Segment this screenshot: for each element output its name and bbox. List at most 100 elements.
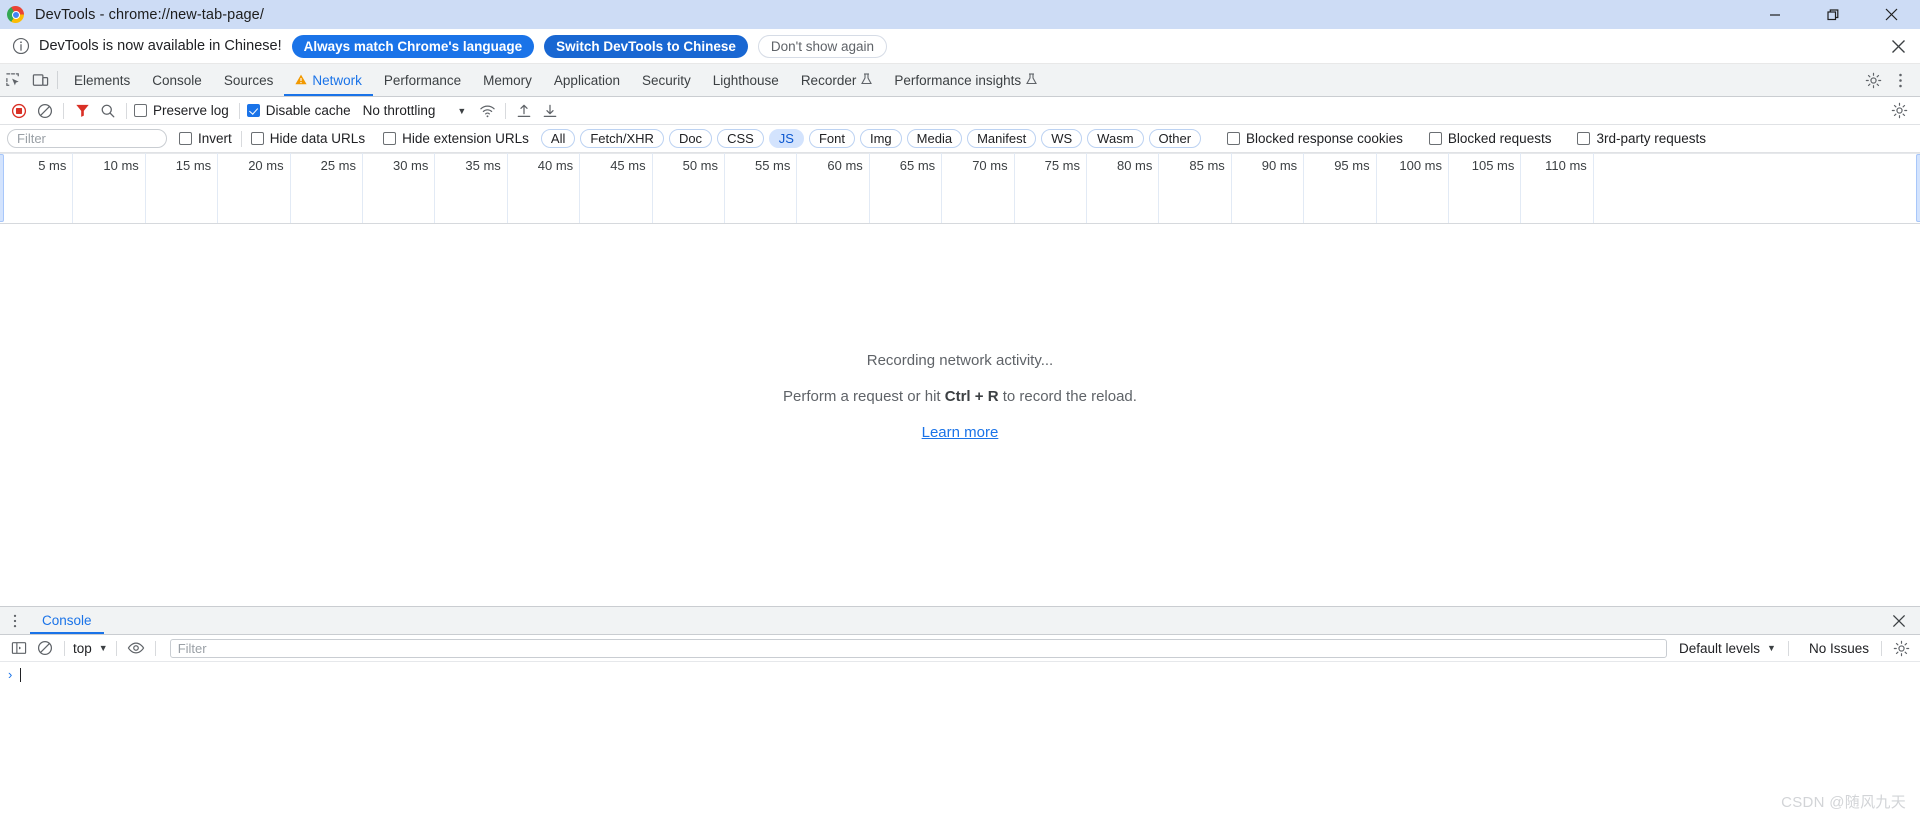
title-bar: DevTools - chrome://new-tab-page/ [0, 0, 1920, 29]
tab-console[interactable]: Console [141, 64, 213, 96]
clear-console-icon[interactable] [32, 635, 58, 661]
overview-tick-divider [1375, 153, 1377, 223]
drawer-close-icon[interactable] [1888, 610, 1910, 632]
hint-suffix: to record the reload. [998, 388, 1137, 405]
type-filter-other[interactable]: Other [1148, 129, 1202, 148]
tab-network[interactable]: Network [284, 64, 373, 96]
chevron-down-icon: ▼ [98, 643, 108, 653]
pill-label: Font [818, 131, 845, 146]
disable-cache-checkbox[interactable]: Disable cache [246, 103, 351, 118]
hide-extension-urls-checkbox[interactable]: Hide extension URLs [383, 131, 529, 146]
extra-filter-checkboxes: Blocked response cookies Blocked request… [1227, 131, 1706, 146]
tab-label: Performance [383, 72, 462, 88]
dont-show-again-button[interactable]: Don't show again [757, 34, 888, 58]
type-filter-doc[interactable]: Doc [668, 129, 713, 148]
more-vertical-icon[interactable] [0, 607, 30, 634]
drawer-tab-label: Console [42, 613, 92, 628]
clear-icon[interactable] [32, 98, 58, 124]
type-filter-all[interactable]: All [540, 129, 576, 148]
checkbox-box[interactable] [1428, 132, 1442, 145]
funnel-filter-icon[interactable] [69, 98, 95, 124]
execution-context-select[interactable]: top ▼ [71, 641, 110, 656]
third-party-requests-checkbox[interactable]: 3rd-party requests [1577, 131, 1706, 146]
learn-more-link[interactable]: Learn more [922, 424, 999, 441]
overview-window-handle-left[interactable] [0, 154, 4, 222]
overview-window-handle-right[interactable] [1916, 154, 1920, 222]
device-toolbar-icon[interactable] [27, 64, 54, 96]
console-filter-input[interactable] [169, 638, 1667, 658]
gear-icon[interactable] [1886, 98, 1912, 124]
hide-data-urls-label: Hide data URLs [269, 131, 366, 146]
tab-elements[interactable]: Elements [63, 64, 141, 96]
checkbox-box[interactable] [246, 104, 260, 117]
import-har-icon[interactable] [511, 98, 537, 124]
type-filter-ws[interactable]: WS [1041, 129, 1083, 148]
console-output-area[interactable]: › CSDN @随风九天 [0, 662, 1920, 819]
more-vertical-icon[interactable] [1887, 64, 1914, 97]
preserve-log-checkbox[interactable]: Preserve log [134, 103, 229, 118]
always-match-language-button[interactable]: Always match Chrome's language [291, 34, 535, 58]
export-har-icon[interactable] [537, 98, 563, 124]
recording-message: Recording network activity... [866, 352, 1054, 369]
panel-tabs: Elements Console Sources Network Perform… [63, 64, 1048, 96]
experiment-flask-icon [1026, 72, 1038, 88]
checkbox-box[interactable] [383, 132, 397, 145]
gear-icon[interactable] [1860, 64, 1887, 97]
overview-tick-divider [941, 153, 943, 223]
type-filter-css[interactable]: CSS [717, 129, 764, 148]
tab-recorder[interactable]: Recorder [790, 64, 884, 96]
search-icon[interactable] [95, 98, 121, 124]
console-prompt[interactable]: › [0, 662, 1920, 682]
network-filter-bar: Invert Hide data URLs Hide extension URL… [0, 125, 1920, 153]
tab-sources[interactable]: Sources [213, 64, 285, 96]
tab-memory[interactable]: Memory [472, 64, 543, 96]
overview-tick-divider [651, 153, 653, 223]
tab-application[interactable]: Application [543, 64, 631, 96]
overview-tick-divider [796, 153, 798, 223]
record-stop-icon[interactable] [6, 98, 32, 124]
tab-performance-insights[interactable]: Performance insights [883, 64, 1048, 96]
issues-counter[interactable]: No Issues [1809, 641, 1869, 656]
type-filter-manifest[interactable]: Manifest [967, 129, 1037, 148]
minimize-icon[interactable] [1746, 0, 1804, 29]
tab-label: Lighthouse [712, 72, 779, 88]
type-filter-media[interactable]: Media [906, 129, 963, 148]
chrome-logo-icon [7, 6, 24, 23]
checkbox-box[interactable] [1577, 132, 1591, 145]
checkbox-box[interactable] [1227, 132, 1241, 145]
live-expression-icon[interactable] [123, 635, 149, 661]
throttling-select[interactable]: No throttling ▼ [363, 103, 467, 118]
type-filter-js[interactable]: JS [768, 129, 804, 148]
checkbox-box[interactable] [134, 104, 147, 117]
network-empty-state: Recording network activity... Perform a … [0, 224, 1920, 606]
console-sidebar-icon[interactable] [6, 635, 32, 661]
switch-to-chinese-button[interactable]: Switch DevTools to Chinese [544, 34, 748, 58]
blocked-response-cookies-checkbox[interactable]: Blocked response cookies [1227, 131, 1403, 146]
checkbox-box[interactable] [250, 132, 264, 145]
gear-icon[interactable] [1888, 635, 1914, 661]
infobar-close-icon[interactable] [1886, 34, 1910, 58]
hide-data-urls-checkbox[interactable]: Hide data URLs [250, 131, 366, 146]
overview-tick-label: 45 ms [610, 158, 646, 173]
tab-performance[interactable]: Performance [373, 64, 472, 96]
tab-security[interactable]: Security [631, 64, 702, 96]
filter-input[interactable] [7, 129, 167, 148]
tab-lighthouse[interactable]: Lighthouse [702, 64, 790, 96]
invert-checkbox[interactable]: Invert [179, 131, 232, 146]
drawer-tab-console[interactable]: Console [30, 607, 104, 634]
blocked-requests-checkbox[interactable]: Blocked requests [1428, 131, 1551, 146]
type-filter-fetch-xhr[interactable]: Fetch/XHR [580, 129, 664, 148]
log-levels-select[interactable]: Default levels ▼ [1679, 641, 1776, 656]
inspect-element-icon[interactable] [0, 64, 27, 96]
close-icon[interactable] [1862, 0, 1920, 29]
type-filter-wasm[interactable]: Wasm [1087, 129, 1144, 148]
overview-tick-label: 40 ms [537, 158, 574, 173]
main-tabstrip: Elements Console Sources Network Perform… [0, 64, 1920, 97]
checkbox-box[interactable] [179, 132, 192, 145]
type-filter-img[interactable]: Img [859, 129, 902, 148]
type-filter-font[interactable]: Font [808, 129, 855, 148]
overview-tick-label: 80 ms [1116, 158, 1153, 173]
maximize-restore-icon[interactable] [1804, 0, 1862, 29]
network-overview-timeline[interactable]: 5 ms 10 ms 15 ms 20 ms 25 ms 30 ms 35 ms 40 ms 4… [0, 153, 1920, 224]
network-conditions-icon[interactable] [474, 98, 500, 124]
